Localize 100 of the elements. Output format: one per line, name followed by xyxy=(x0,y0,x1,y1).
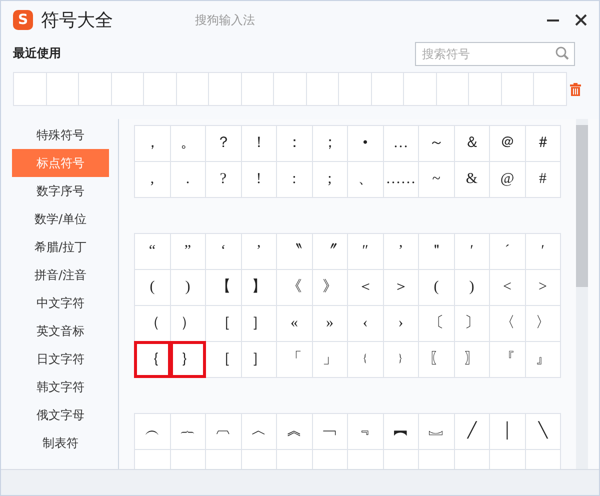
symbol[interactable]: “ xyxy=(148,244,156,259)
symbol[interactable]: ‘ xyxy=(220,244,226,259)
symbol[interactable]: 〗 xyxy=(464,352,480,367)
symbol[interactable]: ” xyxy=(184,244,192,259)
symbol[interactable]: 。 xyxy=(180,136,196,151)
scrollbar-thumb[interactable] xyxy=(576,125,588,287)
search-icon[interactable] xyxy=(555,46,569,60)
symbol[interactable]: ︹ xyxy=(216,424,231,439)
symbol[interactable]: ︽ xyxy=(286,424,302,439)
symbol[interactable]: 〞 xyxy=(322,244,338,259)
symbol[interactable]: ︻ xyxy=(393,424,408,439)
category-item[interactable]: 中文字符 xyxy=(12,289,109,317)
symbol[interactable]: ～ xyxy=(428,136,444,151)
symbol[interactable]: ？ xyxy=(216,136,231,151)
symbol[interactable]: 》 xyxy=(322,280,338,295)
symbol[interactable]: ′ xyxy=(541,244,544,259)
symbol[interactable]: ｝ xyxy=(180,352,196,367)
app-logo: S xyxy=(13,10,33,30)
symbol[interactable]: 〖 xyxy=(428,352,444,367)
symbol[interactable]: ＜ xyxy=(358,280,373,295)
symbol[interactable]: » xyxy=(326,316,334,331)
symbol[interactable]: : xyxy=(292,172,296,187)
category-item[interactable]: 韩文字符 xyxy=(12,373,109,401)
category-item[interactable]: 俄文字母 xyxy=(12,401,109,429)
app-name: 搜狗输入法 xyxy=(195,12,255,29)
symbol[interactable]: ！ xyxy=(251,136,266,151)
symbol[interactable]: 〉 xyxy=(535,316,550,331)
symbol[interactable]: ﹁ xyxy=(322,424,338,439)
category-item[interactable]: 特殊符号 xyxy=(12,121,109,149)
symbol[interactable]: ﹛ xyxy=(358,352,373,367)
symbol[interactable]: 、 xyxy=(358,172,373,187)
symbol[interactable]: , xyxy=(150,172,154,187)
symbol[interactable]: ︷ xyxy=(180,424,196,439)
symbol[interactable]: ’ xyxy=(398,244,404,259)
symbol[interactable]: ： xyxy=(286,136,302,151)
symbol[interactable]: ＠ xyxy=(500,136,515,151)
symbol[interactable]: ， xyxy=(144,136,160,151)
symbol[interactable]: ‹ xyxy=(362,316,368,331)
symbol[interactable]: ( xyxy=(434,280,439,295)
symbol[interactable]: ? xyxy=(220,172,227,187)
symbol[interactable]: @ xyxy=(500,172,514,187)
symbol[interactable]: ( xyxy=(150,280,155,295)
symbol[interactable]: ］ xyxy=(251,352,266,367)
symbol[interactable]: 〈 xyxy=(500,316,515,331)
symbol[interactable]: . xyxy=(186,172,190,187)
symbol[interactable]: ｛ xyxy=(144,352,160,367)
symbol[interactable]: ´ xyxy=(504,244,510,259)
symbol[interactable]: < xyxy=(503,280,512,295)
window-title: 符号大全 xyxy=(41,8,113,32)
trash-icon[interactable] xyxy=(570,82,581,96)
symbol[interactable]: # xyxy=(539,172,546,187)
symbol[interactable]: ［ xyxy=(216,352,231,367)
symbol[interactable]: ″ xyxy=(362,244,368,259)
category-item[interactable]: 制表符 xyxy=(12,429,109,457)
symbol[interactable]: ﹜ xyxy=(393,352,408,367)
symbol[interactable]: ︿ xyxy=(251,424,266,439)
search-field[interactable]: 搜索符号 xyxy=(415,42,575,66)
symbol[interactable]: ; xyxy=(328,172,332,187)
symbol[interactable]: 〔 xyxy=(428,316,444,331)
symbol[interactable]: （ xyxy=(144,316,160,331)
symbol[interactable]: & xyxy=(466,172,478,187)
symbol[interactable]: ＃ xyxy=(535,136,550,151)
symbol[interactable]: ） xyxy=(180,316,196,331)
symbol[interactable]: › xyxy=(398,316,404,331)
symbol[interactable]: > xyxy=(538,280,547,295)
category-item[interactable]: 日文字符 xyxy=(12,345,109,373)
symbol[interactable]: 」 xyxy=(322,352,338,367)
symbol[interactable]: ’ xyxy=(256,244,262,259)
symbol[interactable]: • xyxy=(362,136,368,151)
symbol[interactable]: 【 xyxy=(216,280,231,295)
symbol[interactable]: 】 xyxy=(251,280,266,295)
symbol[interactable]: 〕 xyxy=(464,316,480,331)
symbol[interactable]: … xyxy=(393,136,408,151)
symbol[interactable]: ︵ xyxy=(144,424,160,439)
symbol[interactable]: 《 xyxy=(286,280,302,295)
symbol[interactable]: ＂ xyxy=(428,244,444,259)
symbol[interactable]: 』 xyxy=(535,352,550,367)
symbol[interactable]: ′ xyxy=(470,244,474,259)
category-item[interactable]: 数字序号 xyxy=(12,177,109,205)
symbol[interactable]: 〝 xyxy=(286,244,302,259)
symbol[interactable]: ! xyxy=(256,172,262,187)
symbol[interactable]: ＆ xyxy=(464,136,480,151)
symbol[interactable]: 『 xyxy=(500,352,515,367)
category-item[interactable]: 英文音标 xyxy=(12,317,109,345)
category-item[interactable]: 数学/单位 xyxy=(12,205,109,233)
symbol[interactable]: ］ xyxy=(251,316,266,331)
symbol[interactable]: « xyxy=(290,316,298,331)
minimize-icon[interactable] xyxy=(547,18,559,22)
close-icon[interactable] xyxy=(575,14,587,26)
symbol[interactable]: ＞ xyxy=(393,280,408,295)
symbol[interactable]: ︗ xyxy=(428,424,444,439)
symbol[interactable]: 「 xyxy=(286,352,302,367)
symbol[interactable]: ； xyxy=(322,136,338,151)
symbol[interactable]: ) xyxy=(469,280,474,295)
symbol[interactable]: ~ xyxy=(432,172,440,187)
category-item[interactable]: 拼音/注音 xyxy=(12,261,109,289)
symbol[interactable]: ［ xyxy=(216,316,231,331)
symbol[interactable]: ) xyxy=(185,280,190,295)
symbol[interactable]: ﹃ xyxy=(358,424,373,439)
category-item[interactable]: 希腊/拉丁 xyxy=(12,233,109,261)
